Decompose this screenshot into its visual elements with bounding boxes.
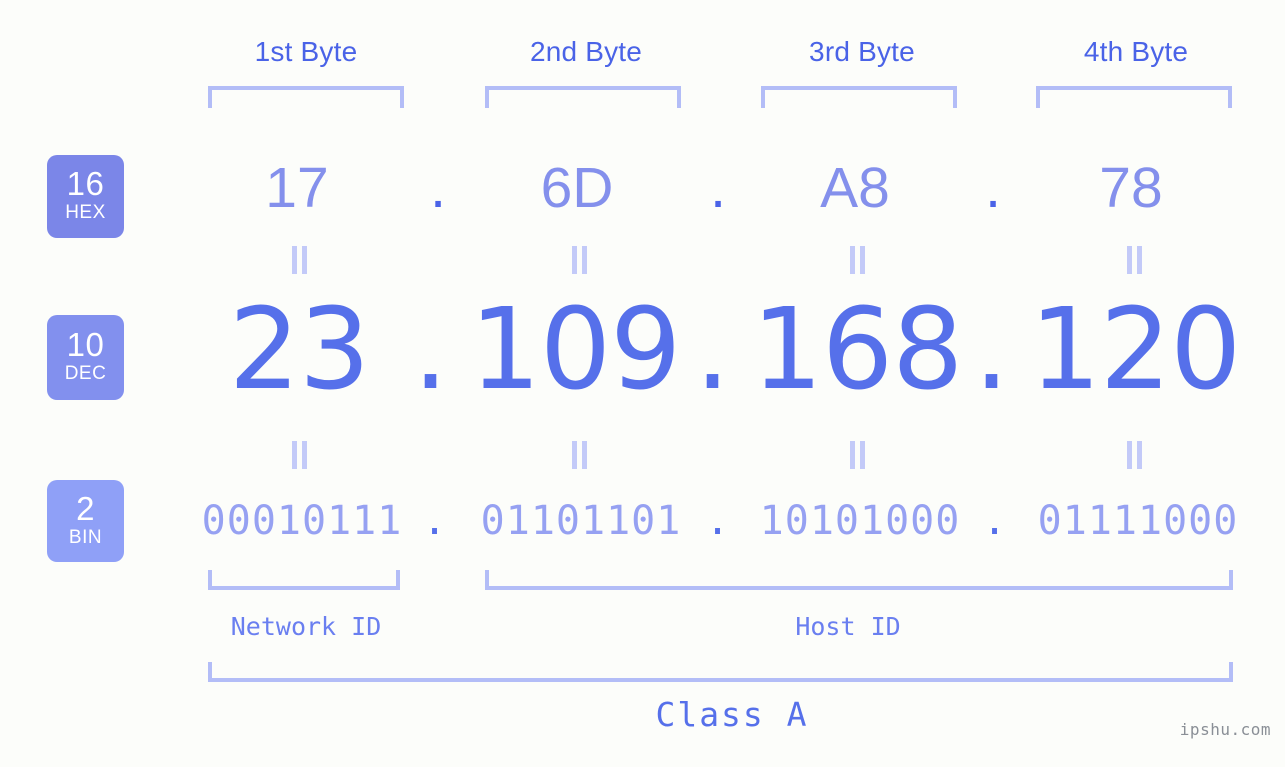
- bin-octet-1: 00010111: [201, 498, 403, 544]
- equals-mark-hex-dec-1: [291, 246, 309, 274]
- dec-separator-1: .: [412, 285, 449, 415]
- equals-mark-dec-bin-3: [849, 441, 867, 469]
- base-badge-dec-name: DEC: [64, 363, 107, 384]
- byte-header-1: 1st Byte: [254, 36, 358, 67]
- bin-separator-2: .: [705, 498, 731, 544]
- base-badge-dec: 10 DEC: [47, 315, 124, 400]
- network-id-label: Network ID: [230, 612, 382, 641]
- bin-octet-2: 01101101: [480, 498, 682, 544]
- equals-mark-hex-dec-4: [1126, 246, 1144, 274]
- bin-octet-3: 10101000: [759, 498, 961, 544]
- base-badge-hex-number: 16: [66, 165, 105, 202]
- byte-bracket-3: [761, 86, 957, 108]
- dec-octet-1: 23: [228, 285, 371, 415]
- network-id-bracket: [208, 570, 400, 590]
- host-id-bracket: [485, 570, 1233, 590]
- byte-bracket-4: [1036, 86, 1232, 108]
- base-badge-bin-number: 2: [76, 490, 95, 527]
- byte-bracket-1: [208, 86, 404, 108]
- base-badge-hex-name: HEX: [65, 202, 106, 223]
- hex-separator-2: .: [710, 156, 726, 220]
- bin-separator-3: .: [982, 498, 1008, 544]
- byte-header-4: 4th Byte: [1083, 36, 1189, 67]
- byte-bracket-2: [485, 86, 681, 108]
- base-badge-bin-name: BIN: [68, 527, 103, 548]
- byte-header-3: 3rd Byte: [809, 36, 915, 67]
- base-badge-bin: 2 BIN: [47, 480, 124, 562]
- dec-octet-4: 120: [1029, 285, 1242, 415]
- bin-octet-4: 01111000: [1037, 498, 1239, 544]
- hex-octet-3: A8: [820, 156, 890, 220]
- equals-mark-dec-bin-2: [571, 441, 589, 469]
- dec-octet-2: 109: [469, 285, 682, 415]
- byte-header-2: 2nd Byte: [529, 36, 643, 67]
- hex-octet-1: 17: [265, 156, 329, 220]
- hex-separator-1: .: [430, 156, 446, 220]
- equals-mark-hex-dec-2: [571, 246, 589, 274]
- ip-address-breakdown-diagram: 1st Byte 2nd Byte 3rd Byte 4th Byte 16 H…: [0, 0, 1285, 767]
- hex-octet-2: 6D: [540, 156, 614, 220]
- dec-separator-2: .: [694, 285, 731, 415]
- class-label: Class A: [655, 695, 809, 734]
- bin-separator-1: .: [422, 498, 448, 544]
- host-id-label: Host ID: [795, 612, 901, 641]
- equals-mark-dec-bin-4: [1126, 441, 1144, 469]
- base-badge-dec-number: 10: [66, 326, 105, 363]
- hex-separator-3: .: [985, 156, 1001, 220]
- base-badge-hex: 16 HEX: [47, 155, 124, 238]
- class-bracket: [208, 662, 1233, 682]
- site-watermark: ipshu.com: [1179, 720, 1271, 739]
- equals-mark-hex-dec-3: [849, 246, 867, 274]
- dec-separator-3: .: [973, 285, 1010, 415]
- equals-mark-dec-bin-1: [291, 441, 309, 469]
- dec-octet-3: 168: [751, 285, 964, 415]
- hex-octet-4: 78: [1099, 156, 1163, 220]
